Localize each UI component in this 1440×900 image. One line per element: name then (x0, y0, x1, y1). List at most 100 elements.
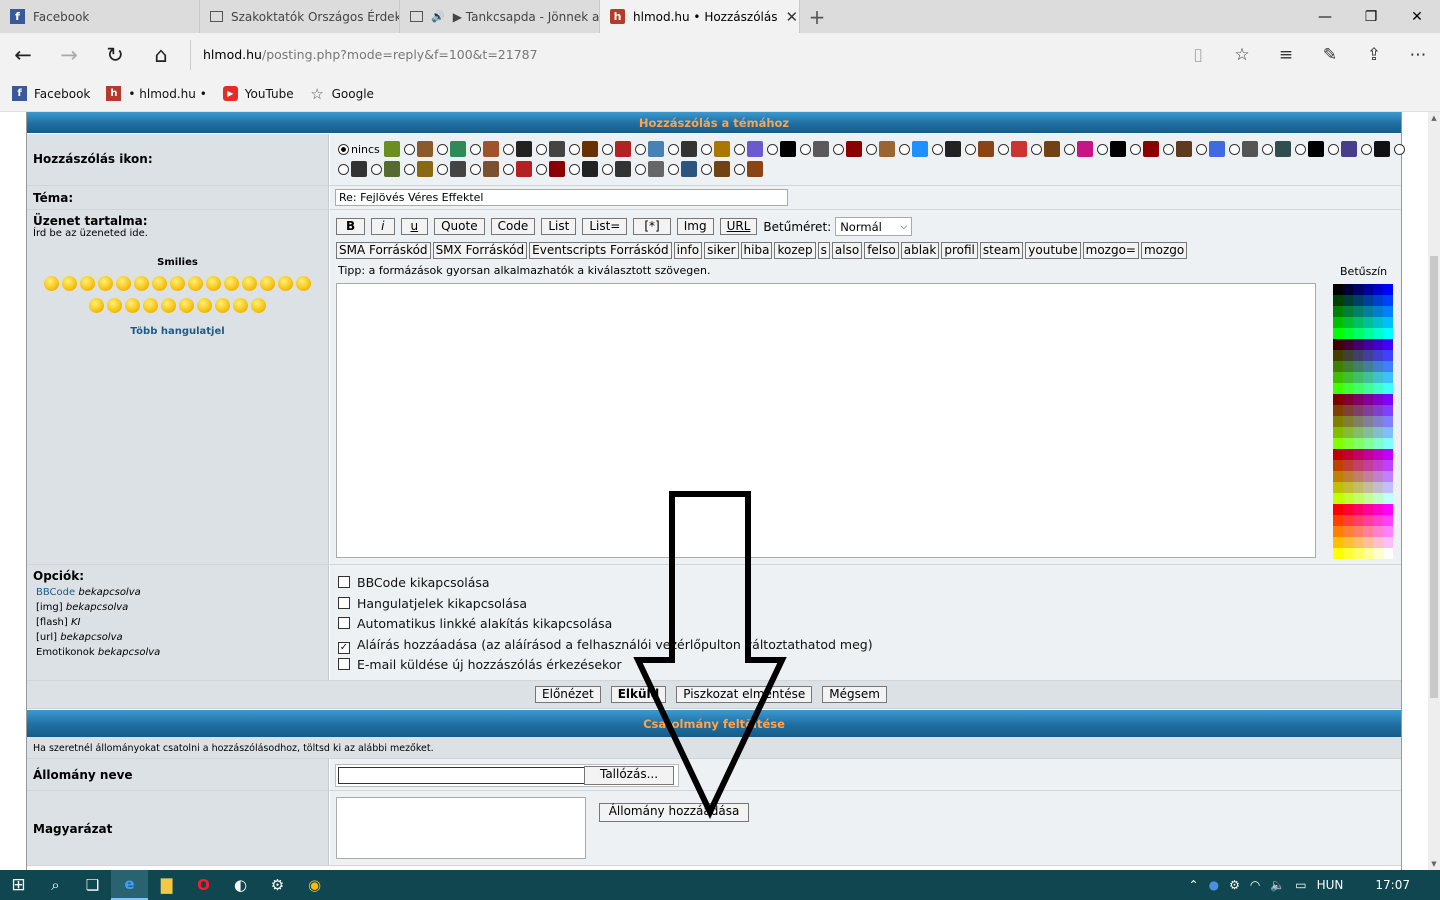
palette-color-swatch[interactable] (1373, 548, 1383, 559)
bold-button[interactable]: B (336, 218, 366, 235)
palette-color-swatch[interactable] (1343, 295, 1353, 306)
palette-color-swatch[interactable] (1333, 471, 1343, 482)
palette-color-swatch[interactable] (1383, 526, 1393, 537)
palette-color-swatch[interactable] (1353, 405, 1363, 416)
post-icon-radio[interactable] (734, 163, 745, 175)
post-icon-radio[interactable] (733, 143, 745, 155)
checkbox[interactable] (338, 596, 350, 609)
chrome-icon[interactable]: ◉ (296, 870, 333, 900)
palette-color-swatch[interactable] (1363, 306, 1373, 317)
palette-color-swatch[interactable] (1353, 449, 1363, 460)
post-icon-radio[interactable] (766, 143, 778, 155)
option-checkbox-row[interactable]: ✓ Aláírás hozzáadása (az aláírásod a felh… (338, 637, 873, 654)
custom-bbcode-button[interactable]: info (673, 242, 703, 259)
custom-bbcode-button[interactable]: SMX Forráskód (432, 242, 528, 259)
palette-color-swatch[interactable] (1333, 405, 1343, 416)
palette-color-swatch[interactable] (1353, 372, 1363, 383)
smiley-icon[interactable] (188, 276, 203, 291)
palette-color-swatch[interactable] (1373, 427, 1383, 438)
fav-google[interactable]: ☆ Google (310, 85, 374, 103)
palette-color-swatch[interactable] (1373, 350, 1383, 361)
palette-color-swatch[interactable] (1333, 548, 1343, 559)
post-icon-radio[interactable] (1129, 143, 1141, 155)
smiley-icon[interactable] (107, 298, 122, 313)
palette-color-swatch[interactable] (1353, 515, 1363, 526)
palette-color-swatch[interactable] (1333, 306, 1343, 317)
option-name[interactable]: BBCode (36, 587, 75, 598)
palette-color-swatch[interactable] (1353, 306, 1363, 317)
palette-color-swatch[interactable] (1333, 328, 1343, 339)
palette-color-swatch[interactable] (1383, 295, 1393, 306)
palette-color-swatch[interactable] (1363, 339, 1373, 350)
add-attachment-button[interactable]: Állomány hozzáadása (599, 803, 749, 822)
palette-color-swatch[interactable] (1383, 306, 1393, 317)
palette-color-swatch[interactable] (1363, 504, 1373, 515)
palette-color-swatch[interactable] (1343, 460, 1353, 471)
palette-color-swatch[interactable] (1373, 537, 1383, 548)
custom-bbcode-button[interactable]: ablak (900, 242, 940, 259)
smiley-icon[interactable] (62, 276, 77, 291)
palette-color-swatch[interactable] (1343, 405, 1353, 416)
palette-color-swatch[interactable] (1373, 394, 1383, 405)
scroll-thumb[interactable] (1430, 256, 1438, 698)
palette-color-swatch[interactable] (1383, 504, 1393, 515)
reading-view-icon[interactable]: ▯ (1176, 33, 1220, 76)
chevron-up-icon[interactable]: ⌃ (1189, 878, 1199, 892)
post-icon-radio[interactable] (964, 143, 976, 155)
palette-color-swatch[interactable] (1343, 471, 1353, 482)
steam-tray-icon[interactable]: ⚙ (1229, 878, 1240, 892)
palette-color-swatch[interactable] (1343, 537, 1353, 548)
palette-color-swatch[interactable] (1343, 526, 1353, 537)
color-palette[interactable] (1333, 284, 1393, 559)
palette-color-swatch[interactable] (1333, 350, 1343, 361)
palette-color-swatch[interactable] (1333, 482, 1343, 493)
palette-color-swatch[interactable] (1333, 394, 1343, 405)
post-icon-radio[interactable] (502, 143, 514, 155)
checkbox[interactable] (338, 658, 350, 671)
post-icon-radio[interactable] (536, 163, 547, 175)
post-icon-radio[interactable] (667, 143, 679, 155)
custom-bbcode-button[interactable]: kozep (774, 242, 816, 259)
palette-color-swatch[interactable] (1383, 537, 1393, 548)
post-icon-radio[interactable] (535, 143, 547, 155)
tab-hlmod[interactable]: h hlmod.hu • Hozzászólás ✕ (600, 0, 800, 33)
language-indicator[interactable]: HUN (1317, 878, 1344, 892)
forward-arrow-icon[interactable]: → (46, 33, 92, 76)
comment-textarea[interactable] (336, 797, 586, 859)
palette-color-swatch[interactable] (1363, 372, 1373, 383)
palette-color-swatch[interactable] (1383, 361, 1393, 372)
notifications-icon[interactable]: ▭ (1295, 878, 1306, 892)
palette-color-swatch[interactable] (1333, 427, 1343, 438)
palette-color-swatch[interactable] (1373, 515, 1383, 526)
post-icon-radio[interactable] (371, 163, 382, 175)
search-icon[interactable]: ⌕ (37, 870, 74, 900)
palette-color-swatch[interactable] (1383, 460, 1393, 471)
palette-color-swatch[interactable] (1383, 416, 1393, 427)
palette-color-swatch[interactable] (1343, 504, 1353, 515)
smiley-icon[interactable] (251, 298, 266, 313)
palette-color-swatch[interactable] (1373, 504, 1383, 515)
smiley-icon[interactable] (224, 276, 239, 291)
palette-color-swatch[interactable] (1363, 471, 1373, 482)
palette-color-swatch[interactable] (1373, 438, 1383, 449)
hub-icon[interactable]: ≡ (1264, 33, 1308, 76)
palette-color-swatch[interactable] (1353, 493, 1363, 504)
palette-color-swatch[interactable] (1373, 284, 1383, 295)
palette-color-swatch[interactable] (1333, 317, 1343, 328)
palette-color-swatch[interactable] (1373, 328, 1383, 339)
palette-color-swatch[interactable] (1383, 350, 1393, 361)
cancel-button[interactable]: Mégsem (822, 686, 887, 703)
url-button[interactable]: URL (719, 218, 758, 235)
scroll-down-icon[interactable]: ▼ (1428, 858, 1440, 870)
palette-color-swatch[interactable] (1373, 416, 1383, 427)
message-textarea[interactable] (336, 283, 1316, 558)
palette-color-swatch[interactable] (1343, 350, 1353, 361)
post-icon-radio[interactable] (799, 143, 811, 155)
custom-bbcode-button[interactable]: SMA Forráskód (336, 242, 431, 259)
palette-color-swatch[interactable] (1353, 537, 1363, 548)
edge-icon[interactable]: e (111, 870, 148, 900)
custom-bbcode-button[interactable]: youtube (1025, 242, 1081, 259)
fav-facebook[interactable]: f Facebook (12, 86, 90, 101)
url-field[interactable]: hlmod.hu/posting.php?mode=reply&f=100&t=… (190, 39, 1140, 70)
smiley-icon[interactable] (206, 276, 221, 291)
